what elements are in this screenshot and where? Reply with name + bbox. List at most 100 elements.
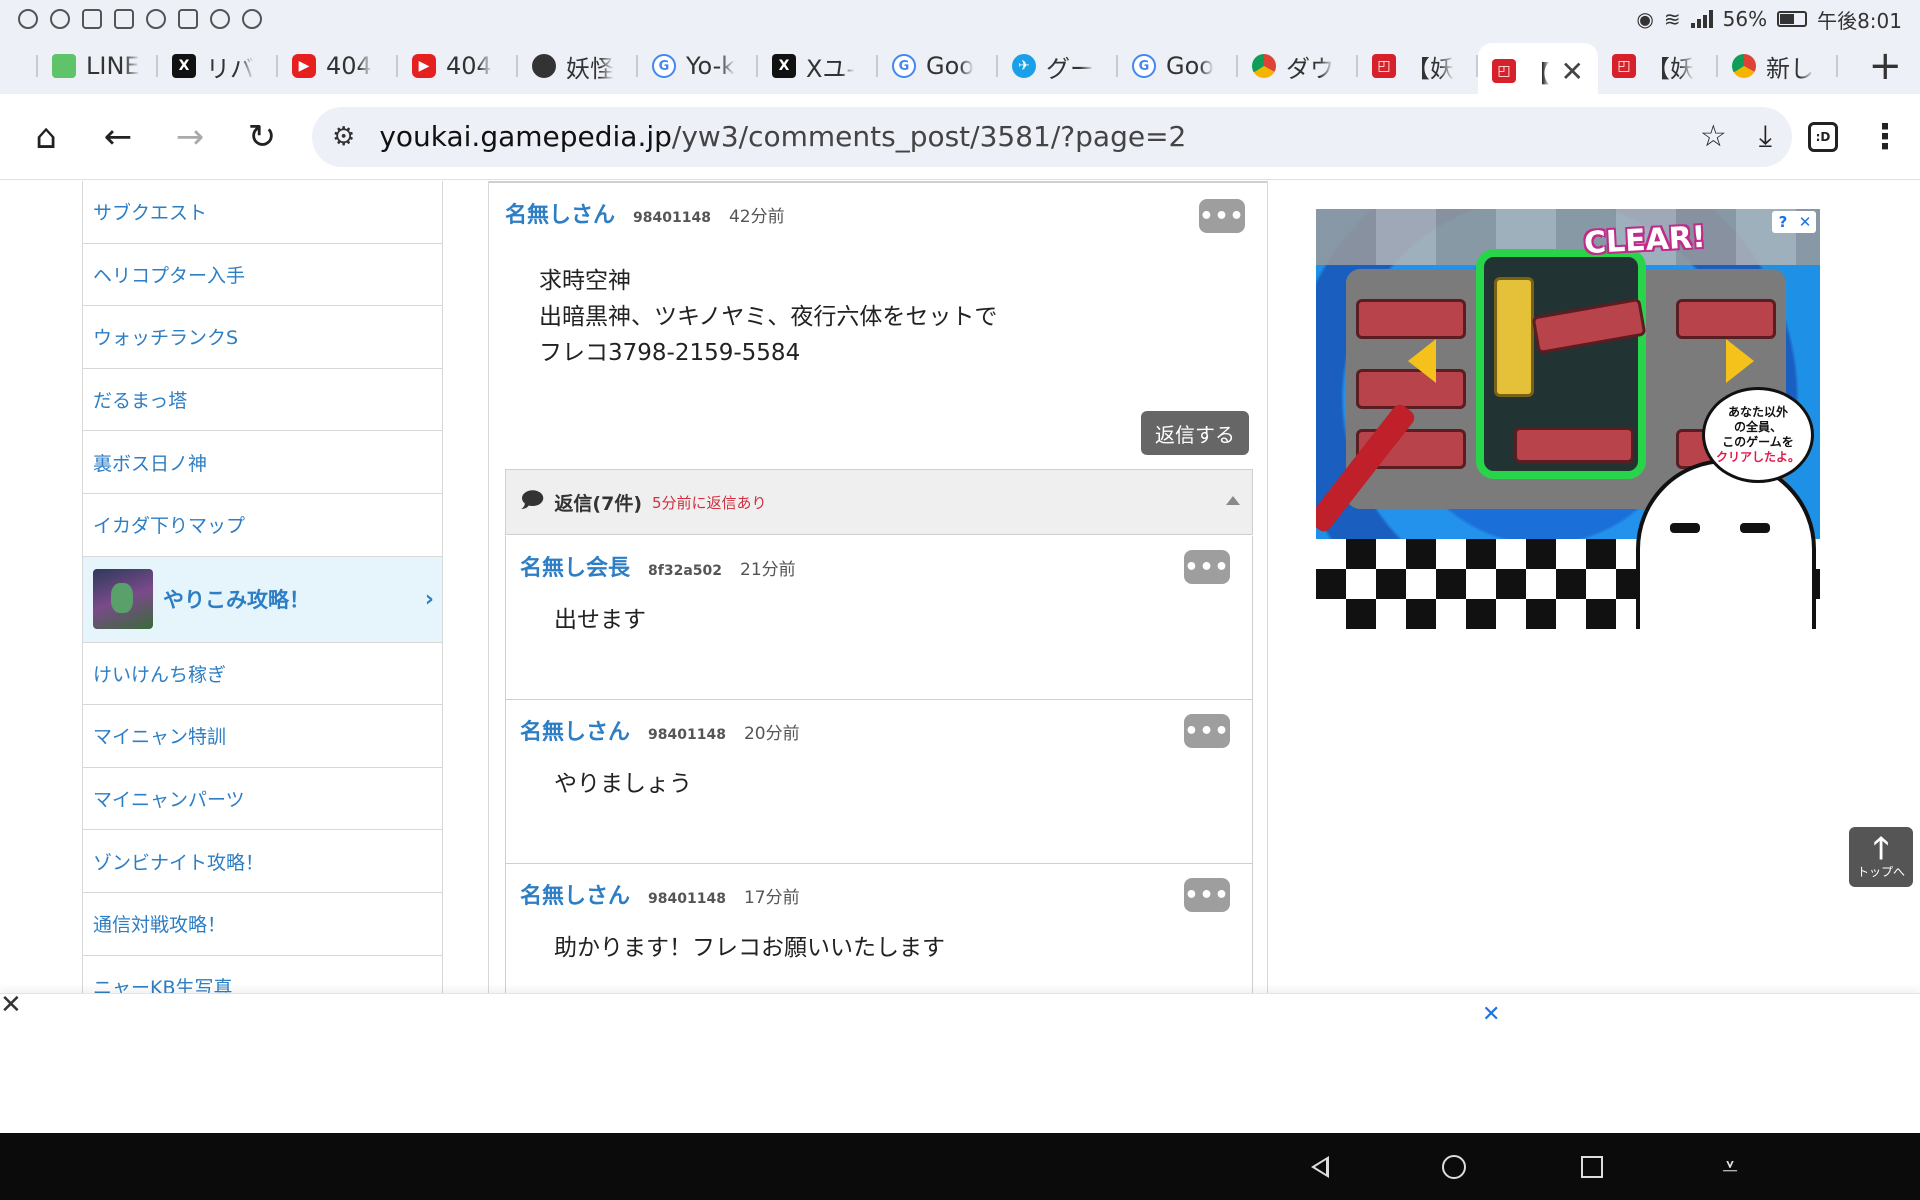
comment-header: 名無しさん 98401148 17分前: [506, 864, 1252, 909]
comment-author[interactable]: 名無しさん: [520, 714, 630, 746]
line-icon: [52, 54, 76, 78]
more-options-button[interactable]: •••: [1199, 199, 1245, 233]
comment-line: 求時空神: [539, 268, 631, 294]
reply-comment: 名無し会長 8f32a502 21分前 ••• 出せます: [505, 536, 1253, 700]
comment-header: 名無し会長 8f32a502 21分前: [506, 536, 1252, 581]
comment-body: 求時空神 出暗黒神、ツキノヤミ、夜行六体をセットで フレコ3798-2159-5…: [505, 237, 1251, 371]
more-options-button[interactable]: •••: [1184, 550, 1230, 584]
reload-icon[interactable]: ↻: [234, 109, 290, 165]
sidebar-item[interactable]: ゾンビナイト攻略！: [83, 830, 442, 893]
url-text[interactable]: youkai.gamepedia.jp/yw3/comments_post/35…: [379, 120, 1186, 153]
sidebar-item[interactable]: サブクエスト: [83, 181, 442, 244]
sidebar-item[interactable]: ウォッチランクS: [83, 306, 442, 369]
sidebar-item[interactable]: けいけんち稼ぎ: [83, 643, 442, 706]
nav-recents-icon[interactable]: [1572, 1147, 1612, 1187]
browser-tab[interactable]: G Goo: [878, 43, 998, 89]
forward-icon[interactable]: →: [162, 109, 218, 165]
chevron-right-icon: ›: [424, 586, 434, 612]
menu-icon[interactable]: ⋮: [1868, 117, 1902, 157]
youtube-icon: ▶: [412, 54, 436, 78]
ad-arrow-right-icon: [1726, 339, 1754, 383]
game-ad[interactable]: CLEAR! あなた以外 の全員、 このゲームを クリアしたよ。 ? ✕: [1316, 209, 1820, 629]
reply-button[interactable]: 返信する: [1141, 411, 1249, 455]
back-icon[interactable]: ←: [90, 109, 146, 165]
replies-count: 返信(7件): [554, 492, 643, 515]
more-options-button[interactable]: •••: [1184, 878, 1230, 912]
sidebar-item[interactable]: ニャーKB生写真: [83, 956, 442, 993]
comment-author[interactable]: 名無し会長: [520, 550, 630, 582]
google-icon: G: [652, 54, 676, 78]
tab-label: 【妖: [1406, 54, 1454, 83]
sidebar-item[interactable]: 通信対戦攻略！: [83, 893, 442, 956]
sidebar-item[interactable]: だるまっ塔: [83, 369, 442, 432]
browser-tab[interactable]: LINE: [38, 43, 158, 89]
sidebar-item-feature[interactable]: やりこみ攻略！ ›: [83, 556, 442, 643]
browser-tab[interactable]: ▶ 404: [398, 43, 518, 89]
ad-info-icon[interactable]: ?: [1772, 211, 1794, 233]
browser-tab[interactable]: ◰ 【妖: [1358, 43, 1478, 89]
sidebar-item[interactable]: イカダ下りマップ: [83, 494, 442, 557]
ad-bubble-emphasis: クリアしたよ。: [1715, 450, 1800, 464]
comment-author[interactable]: 名無しさん: [505, 197, 615, 229]
tab-overflow[interactable]: [0, 43, 38, 89]
google-icon: G: [1132, 54, 1156, 78]
ad-arrow-left-icon: [1408, 339, 1436, 383]
ad-close-icon[interactable]: ✕: [1482, 1002, 1500, 1027]
url-host: youkai.gamepedia.jp: [379, 120, 672, 153]
sidebar-item[interactable]: マイニャンパーツ: [83, 768, 442, 831]
new-tab-icon[interactable]: +: [1868, 43, 1902, 89]
nav-home-icon[interactable]: [1434, 1147, 1474, 1187]
browser-tab[interactable]: 妖怪: [518, 43, 638, 89]
tab-switcher-button[interactable]: :D: [1808, 121, 1838, 152]
browser-tab[interactable]: ダウ: [1238, 43, 1358, 89]
sidebar-item[interactable]: マイニャン特訓: [83, 705, 442, 768]
browser-tab[interactable]: X Xユ-: [758, 43, 878, 89]
browser-tab[interactable]: 新し: [1718, 43, 1838, 89]
browser-tab[interactable]: ▶ 404: [278, 43, 398, 89]
tab-close-icon[interactable]: ✕: [1561, 55, 1584, 88]
address-bar[interactable]: ⚙ youkai.gamepedia.jp/yw3/comments_post/…: [312, 106, 1792, 167]
download-icon[interactable]: ⤓: [1759, 119, 1772, 154]
ad-speech-bubble: あなた以外 の全員、 このゲームを クリアしたよ。: [1702, 387, 1814, 483]
more-options-button[interactable]: •••: [1184, 714, 1230, 748]
download-icon: [82, 9, 102, 29]
sidebar-item[interactable]: ヘリコプター入手: [83, 244, 442, 307]
browser-tab[interactable]: G Yo-k: [638, 43, 758, 89]
browser-tab[interactable]: ◰ 【妖: [1598, 43, 1718, 89]
ad-plank: [1531, 297, 1647, 355]
comment-user-id: 98401148: [648, 891, 726, 907]
sidebar-item[interactable]: 裏ボス日ノ神: [83, 431, 442, 494]
comment: 名無しさん 98401148 42分前 ••• 求時空神 出暗黒神、ツキノヤミ、…: [489, 181, 1267, 465]
nav-back-icon[interactable]: [1300, 1147, 1340, 1187]
url-path: /yw3/comments_post/3581/?page=2: [671, 120, 1187, 153]
replies-toggle[interactable]: 🗩 返信(7件) 5分前に返信あり: [505, 469, 1253, 535]
home-icon[interactable]: ⌂: [18, 109, 74, 165]
ad-close-icon[interactable]: ✕: [1794, 211, 1816, 233]
plane-icon: ✈: [1012, 54, 1036, 78]
browser-tab[interactable]: ✈ グー: [998, 43, 1118, 89]
collapse-caret-icon[interactable]: [1226, 496, 1240, 505]
nav-notification-drawer-icon[interactable]: ⩡: [1710, 1147, 1750, 1187]
ad-plank: [1514, 427, 1634, 463]
gamepedia-icon: ◰: [1492, 59, 1516, 83]
signal-icon: [1690, 10, 1713, 28]
tab-label: Goo: [926, 52, 974, 80]
browser-tab[interactable]: X リバ: [158, 43, 278, 89]
browser-tab[interactable]: G Goo: [1118, 43, 1238, 89]
site-settings-icon[interactable]: ⚙: [332, 122, 355, 152]
speech-bubble-icon: 🗩: [520, 488, 545, 513]
notification-icons: [18, 9, 262, 29]
back-to-top-button[interactable]: 🡑 トップへ: [1849, 827, 1913, 887]
comment-user-id: 98401148: [633, 210, 711, 226]
youtube-icon: ▶: [292, 54, 316, 78]
tab-label: グー: [1046, 54, 1094, 83]
ad-choices[interactable]: ? ✕: [1772, 211, 1816, 233]
tab-active[interactable]: ◰ 【 ✕: [1478, 43, 1598, 99]
comment-author[interactable]: 名無しさん: [520, 878, 630, 910]
ad-plank: [1356, 299, 1466, 339]
github-icon: [50, 9, 70, 29]
close-icon[interactable]: ✕: [0, 992, 24, 1018]
tab-label: 新し: [1766, 54, 1814, 83]
bookmark-star-icon[interactable]: ☆: [1700, 119, 1727, 154]
tab-label: 【妖: [1646, 54, 1694, 83]
